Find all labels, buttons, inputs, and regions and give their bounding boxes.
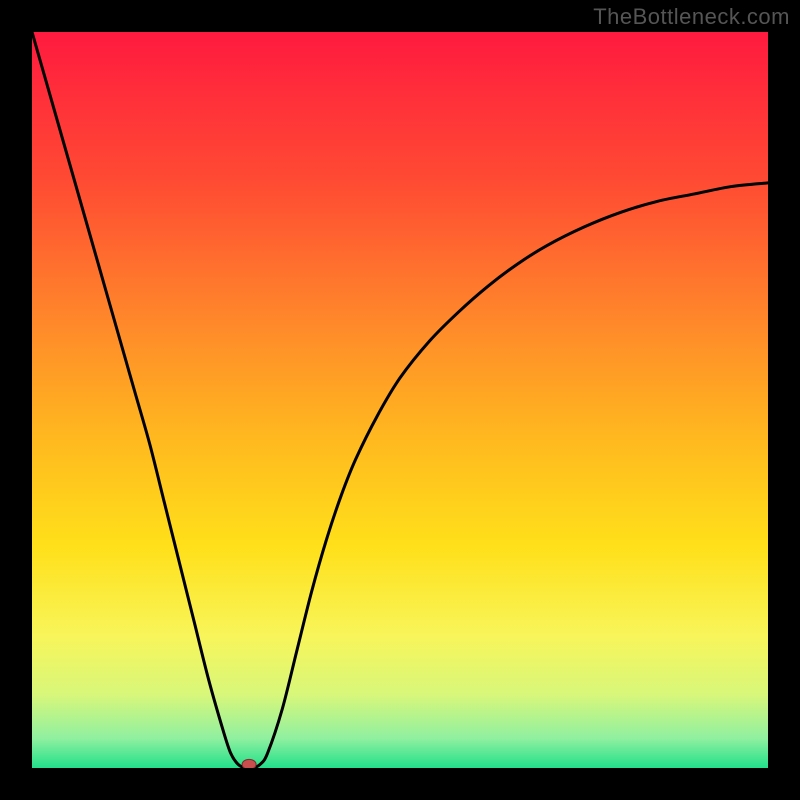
optimal-marker <box>242 759 256 768</box>
bottleneck-chart <box>32 32 768 768</box>
gradient-background <box>32 32 768 768</box>
plot-area <box>32 32 768 768</box>
watermark-text: TheBottleneck.com <box>593 4 790 30</box>
chart-frame: TheBottleneck.com <box>0 0 800 800</box>
